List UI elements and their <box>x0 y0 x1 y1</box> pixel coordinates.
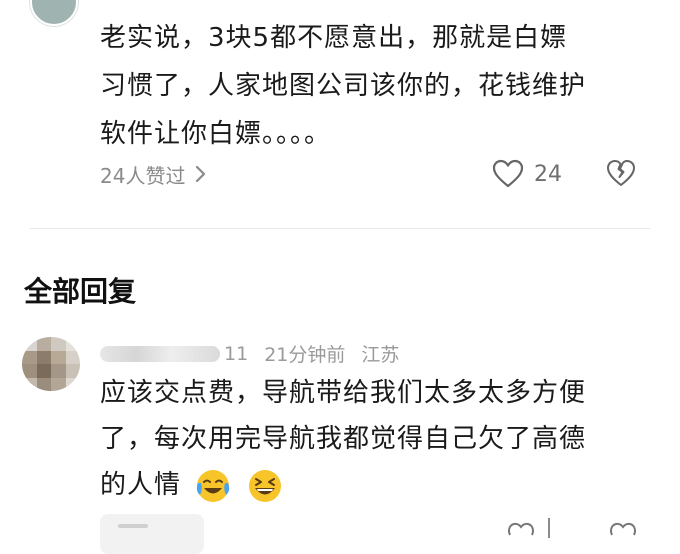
reply-line: 的人情 <box>100 470 182 500</box>
chevron-right-icon <box>196 165 206 183</box>
reply-meta: 11 21分钟前 江苏 <box>100 340 399 367</box>
divider <box>30 228 650 229</box>
comment-line: 老实说，3块5都不愿意出，那就是白嫖 <box>100 23 568 53</box>
blurred-username[interactable] <box>100 345 220 362</box>
reply-location: 江苏 <box>361 344 400 366</box>
grinning-squinting-emoji-icon <box>248 469 281 502</box>
dislike-button[interactable] <box>606 158 636 192</box>
reply-dislike-button[interactable] <box>608 521 638 540</box>
chip-placeholder <box>118 524 148 528</box>
reply-text: 应该交点费，导航带给我们太多太多方便 了，每次用完导航我都觉得自己欠了高德 的人… <box>100 370 660 508</box>
reply-action-chip[interactable] <box>100 514 204 554</box>
reply-line-last: 的人情 <box>100 462 660 508</box>
tears-of-joy-emoji-icon <box>197 469 230 502</box>
reply-avatar[interactable] <box>22 337 80 391</box>
like-count: 24 <box>534 161 562 187</box>
reply-time: 21分钟前 <box>264 344 346 366</box>
commenter-avatar[interactable] <box>30 0 78 26</box>
broken-heart-icon <box>607 160 635 186</box>
reply-line: 了，每次用完导航我都觉得自己欠了高德 <box>100 424 587 454</box>
comment-text: 老实说，3块5都不愿意出，那就是白嫖 习惯了，人家地图公司该你的，花钱维护 软件… <box>100 14 660 158</box>
likers-link[interactable]: 24人赞过 <box>100 158 207 190</box>
reply-line: 应该交点费，导航带给我们太多太多方便 <box>100 378 587 408</box>
reply-like-button[interactable] <box>506 521 536 540</box>
likers-count-label: 24人赞过 <box>100 163 186 188</box>
username-suffix[interactable]: 11 <box>224 343 248 365</box>
heart-icon <box>508 522 534 536</box>
broken-heart-icon <box>610 522 636 536</box>
like-button[interactable]: 24 <box>492 156 562 192</box>
comment-line: 习惯了，人家地图公司该你的，花钱维护 <box>100 71 587 101</box>
heart-icon <box>492 159 524 188</box>
section-title: 全部回复 <box>24 275 137 308</box>
comment-line: 软件让你白嫖。。。。 <box>100 119 332 149</box>
reply-like-count <box>548 518 558 538</box>
